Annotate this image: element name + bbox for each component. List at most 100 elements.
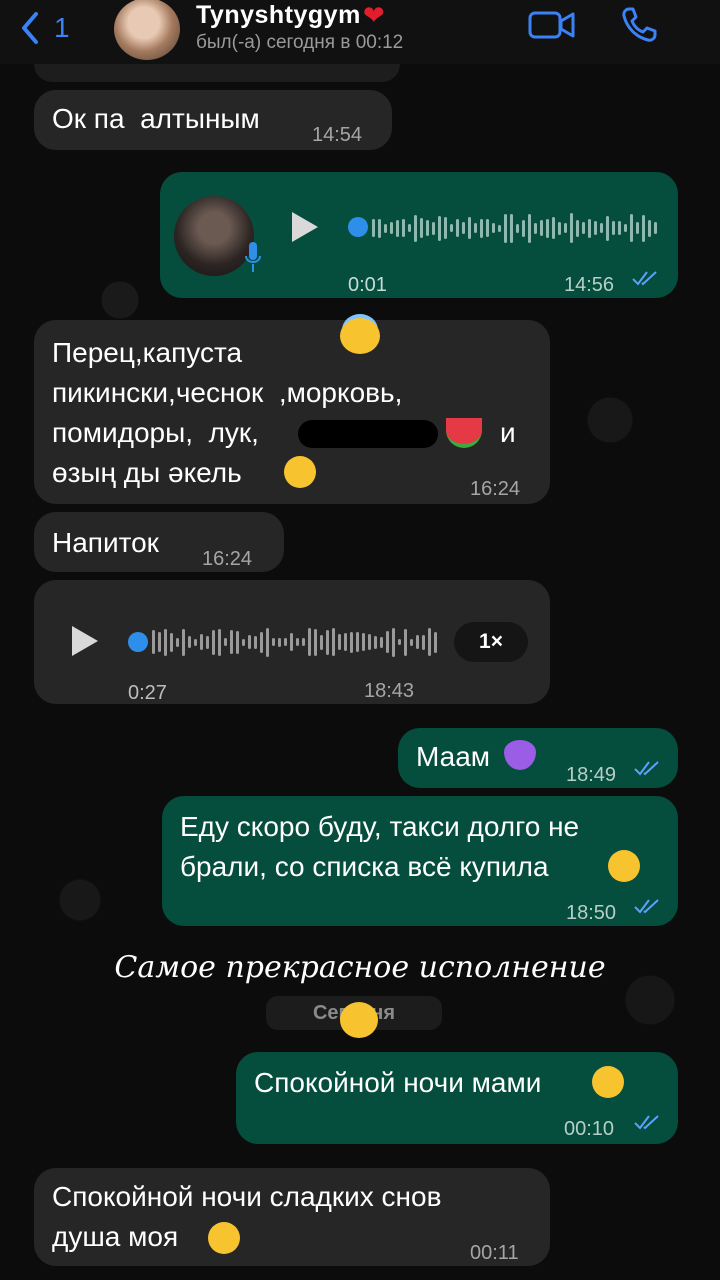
message-text-line: помидоры, лук,: [52, 417, 259, 448]
waveform-bar: [236, 630, 239, 654]
waveform-bar: [396, 219, 399, 237]
waveform-bar: [576, 219, 579, 237]
message-time: 18:49: [566, 764, 617, 786]
waveform-bar: [408, 224, 411, 232]
waveform-bar: [230, 630, 233, 654]
waveform-bar: [320, 634, 323, 650]
double-check-icon: [634, 899, 659, 914]
waveform-bar: [302, 638, 305, 646]
waveform-bar: [272, 638, 275, 646]
last-seen-status: был(-а) сегодня в 00:12: [196, 32, 404, 53]
message-text-line: душа моя: [52, 1221, 179, 1252]
waveform-bar: [206, 635, 209, 649]
message-text: Напиток: [52, 527, 159, 558]
message-text-line: Еду скоро буду, такси долго не: [180, 811, 580, 842]
voice-duration: 0:27: [128, 682, 167, 704]
message-time: 00:11: [470, 1242, 519, 1264]
contact-name-container[interactable]: Tynyshtygym ❤: [196, 0, 385, 31]
waveform-bar: [420, 218, 423, 238]
waveform-bar: [528, 213, 531, 243]
waveform-bar: [600, 223, 603, 233]
waveform-bar: [398, 639, 401, 645]
contact-avatar[interactable]: [114, 0, 180, 60]
waveform-bar: [444, 217, 447, 239]
message-text: Маам: [416, 741, 491, 772]
waveform-bar: [356, 632, 359, 652]
waveform-bar: [450, 224, 453, 232]
waveform-bar: [338, 634, 341, 650]
message-text: Спокойной ночи мами: [254, 1067, 542, 1098]
waveform-bar: [314, 628, 317, 656]
incoming-message[interactable]: Спокойной ночи сладких снов душа моя 00:…: [34, 1168, 550, 1266]
waveform-bar: [654, 222, 657, 234]
message-time: 18:50: [566, 902, 617, 924]
back-button[interactable]: 1: [18, 8, 78, 48]
waveform-bar: [290, 633, 293, 651]
waveform-bar: [414, 214, 417, 242]
heart-emoji: ❤: [362, 0, 386, 30]
outgoing-message[interactable]: Маам 18:49: [398, 728, 678, 788]
incoming-voice-message[interactable]: 1× 0:27 18:43: [34, 580, 550, 704]
smiling-face-with-hearts-emoji: [340, 1002, 378, 1038]
video-icon[interactable]: [528, 10, 576, 40]
waveform-bar: [582, 222, 585, 234]
face-blowing-kiss-emoji: [592, 1066, 624, 1098]
message-text-line: брали, со списка всё купила: [180, 851, 549, 882]
message-text-line: Перец,капуста: [52, 337, 243, 368]
playback-position-dot[interactable]: [128, 632, 148, 652]
waveform-bar: [284, 638, 287, 646]
waveform-bar: [432, 221, 435, 235]
outgoing-message[interactable]: Еду скоро буду, такси долго не брали, со…: [162, 796, 678, 926]
incoming-message[interactable]: Ок па алтыным 14:54: [34, 90, 392, 150]
waveform-bar: [474, 223, 477, 233]
waveform-bar: [642, 214, 645, 242]
waveform-bar: [152, 630, 155, 654]
play-icon[interactable]: [292, 212, 318, 242]
message-text-line: и: [500, 417, 516, 448]
waveform-bar: [188, 636, 191, 648]
play-icon[interactable]: [72, 626, 98, 656]
waveform-bar: [368, 634, 371, 650]
waveform-bar: [402, 219, 405, 237]
phone-icon[interactable]: [620, 6, 658, 44]
outgoing-voice-message[interactable]: 0:01 14:56: [160, 172, 678, 298]
waveform-bar: [266, 627, 269, 657]
waveform-bar: [468, 217, 471, 239]
waveform-bar: [212, 629, 215, 655]
waveform-bar: [260, 631, 263, 653]
double-check-icon: [634, 1115, 659, 1130]
waveform-bar: [492, 223, 495, 233]
waveform-bar: [380, 636, 383, 648]
waveform-bar: [516, 223, 519, 233]
waveform-bar: [606, 215, 609, 241]
waveform-bar: [480, 218, 483, 238]
waveform-bar: [564, 223, 567, 233]
waveform-bar: [630, 214, 633, 242]
waveform-bar: [636, 222, 639, 234]
waveform-bar: [308, 628, 311, 656]
message-time: 16:24: [202, 548, 253, 570]
playback-speed-button[interactable]: 1×: [454, 622, 528, 662]
contact-name: Tynyshtygym: [196, 1, 361, 29]
incoming-message[interactable]: Напиток 16:24: [34, 512, 284, 572]
waveform-bar: [504, 213, 507, 243]
message-time: 18:43: [364, 680, 415, 702]
waveform-bar: [416, 635, 419, 649]
waveform-bar: [498, 224, 501, 232]
incoming-message[interactable]: Перец,капуста пикински,чеснок ,морковь, …: [34, 320, 550, 504]
waveform-bar: [552, 217, 555, 239]
waveform-bar: [434, 631, 437, 653]
waveform-bar: [618, 221, 621, 235]
voice-waveform[interactable]: [372, 210, 660, 246]
double-check-icon: [632, 271, 657, 286]
waveform-bar: [158, 632, 161, 652]
face-blowing-kiss-emoji: [608, 850, 640, 882]
waveform-bar: [332, 628, 335, 656]
outgoing-message[interactable]: Спокойной ночи мами 00:10: [236, 1052, 678, 1144]
waveform-bar: [164, 628, 167, 656]
playback-position-dot[interactable]: [348, 217, 368, 237]
waveform-bar: [224, 638, 227, 646]
message-time: 16:24: [470, 478, 521, 500]
voice-waveform[interactable]: [152, 624, 440, 660]
watermelon-emoji: [446, 418, 482, 448]
